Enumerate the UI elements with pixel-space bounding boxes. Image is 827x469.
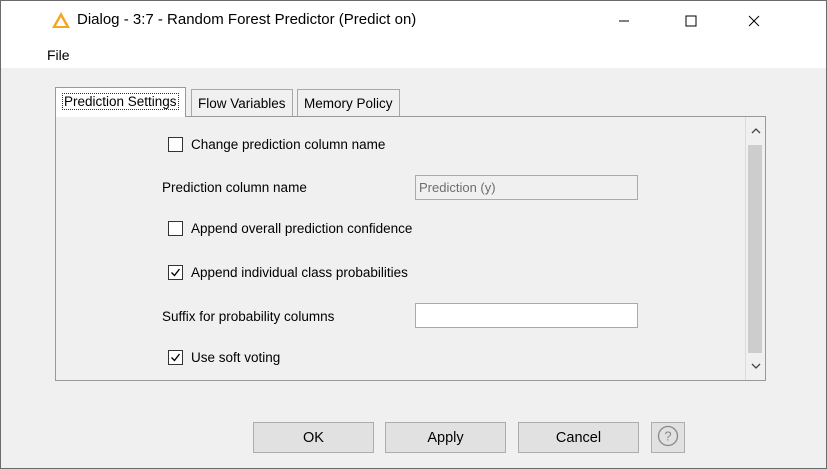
vertical-scrollbar[interactable] xyxy=(745,117,765,380)
help-button[interactable]: ? xyxy=(651,422,685,453)
checkmark-icon xyxy=(171,268,181,277)
tab-prediction-settings[interactable]: Prediction Settings xyxy=(55,87,186,117)
checkbox-label: Use soft voting xyxy=(191,350,281,365)
checkbox-box[interactable] xyxy=(168,350,183,365)
settings-panel: Change prediction column name Prediction… xyxy=(55,116,766,381)
checkbox-label: Append overall prediction confidence xyxy=(191,221,413,236)
title-bar[interactable]: Dialog - 3:7 - Random Forest Predictor (… xyxy=(1,1,826,41)
minimize-button[interactable] xyxy=(601,1,647,41)
tab-label: Flow Variables xyxy=(198,96,286,111)
ok-button[interactable]: OK xyxy=(253,422,374,453)
checkbox-box[interactable] xyxy=(168,221,183,236)
tab-flow-variables[interactable]: Flow Variables xyxy=(191,89,293,116)
checkmark-icon xyxy=(171,353,181,362)
maximize-icon xyxy=(685,15,697,27)
append-overall-confidence-checkbox[interactable]: Append overall prediction confidence xyxy=(168,221,412,236)
change-prediction-column-name-checkbox[interactable]: Change prediction column name xyxy=(168,137,385,152)
menu-file[interactable]: File xyxy=(47,47,70,63)
scroll-thumb[interactable] xyxy=(748,145,762,353)
tab-label: Memory Policy xyxy=(304,96,393,111)
button-label: Apply xyxy=(427,429,464,446)
use-soft-voting-checkbox[interactable]: Use soft voting xyxy=(168,350,280,365)
help-icon: ? xyxy=(657,425,679,450)
checkbox-box[interactable] xyxy=(168,137,183,152)
close-icon xyxy=(748,15,760,27)
svg-text:?: ? xyxy=(664,429,671,444)
checkbox-label: Append individual class probabilities xyxy=(191,265,408,280)
menu-bar: File xyxy=(1,41,826,68)
settings-content: Change prediction column name Prediction… xyxy=(56,117,746,380)
button-label: OK xyxy=(303,429,324,446)
scroll-down-arrow[interactable] xyxy=(746,357,765,376)
suffix-probability-columns-label: Suffix for probability columns xyxy=(162,309,335,324)
close-button[interactable] xyxy=(731,1,777,41)
knime-triangle-icon xyxy=(51,10,71,30)
button-label: Cancel xyxy=(555,429,602,446)
tab-label: Prediction Settings xyxy=(62,93,179,110)
window-title: Dialog - 3:7 - Random Forest Predictor (… xyxy=(77,11,417,28)
tab-memory-policy[interactable]: Memory Policy xyxy=(297,89,400,116)
maximize-button[interactable] xyxy=(668,1,714,41)
chevron-down-icon xyxy=(751,363,760,369)
checkbox-box[interactable] xyxy=(168,265,183,280)
dialog-window: Dialog - 3:7 - Random Forest Predictor (… xyxy=(0,0,827,469)
minimize-icon xyxy=(618,15,630,27)
scroll-up-arrow[interactable] xyxy=(746,121,765,140)
cancel-button[interactable]: Cancel xyxy=(518,422,639,453)
prediction-column-name-label: Prediction column name xyxy=(162,180,307,195)
prediction-column-name-field[interactable]: Prediction (y) xyxy=(415,175,638,200)
checkbox-label: Change prediction column name xyxy=(191,137,386,152)
apply-button[interactable]: Apply xyxy=(385,422,506,453)
chevron-up-icon xyxy=(751,128,760,134)
append-class-probabilities-checkbox[interactable]: Append individual class probabilities xyxy=(168,265,408,280)
suffix-probability-columns-input[interactable] xyxy=(415,303,638,328)
